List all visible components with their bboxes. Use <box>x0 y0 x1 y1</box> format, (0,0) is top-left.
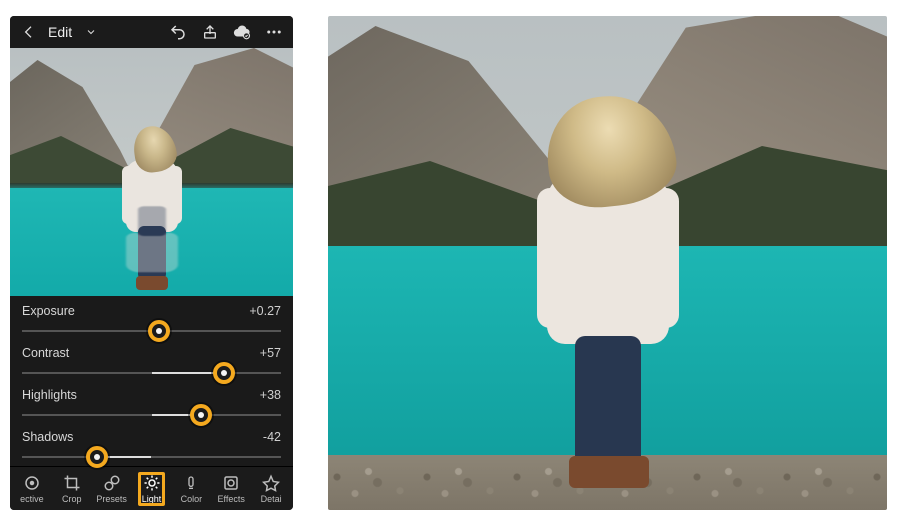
slider-label: Exposure <box>22 304 75 318</box>
result-preview <box>328 16 887 510</box>
back-icon[interactable] <box>20 23 38 41</box>
tool-label: Light <box>142 494 162 504</box>
tool-label: Color <box>181 494 203 504</box>
slider-label: Shadows <box>22 430 73 444</box>
chevron-down-icon[interactable] <box>82 23 100 41</box>
slider-track[interactable] <box>22 448 281 466</box>
selective-icon <box>23 474 41 492</box>
slider-shadows: Shadows -42 <box>22 430 281 466</box>
slider-label: Contrast <box>22 346 69 360</box>
tool-color[interactable]: Color <box>171 470 211 508</box>
slider-label: Highlights <box>22 388 77 402</box>
bottom-toolbar: ective Crop Presets Light Color Effects … <box>10 466 293 510</box>
slider-value: +38 <box>260 388 281 402</box>
top-bar: Edit <box>10 16 293 48</box>
tool-light[interactable]: Light <box>132 470 172 508</box>
mobile-editor: Edit <box>10 16 293 510</box>
slider-track[interactable] <box>22 406 281 424</box>
screen-title: Edit <box>48 24 72 40</box>
slider-track[interactable] <box>22 322 281 340</box>
slider-value: +57 <box>260 346 281 360</box>
cloud-sync-icon[interactable] <box>233 23 251 41</box>
slider-highlights: Highlights +38 <box>22 388 281 424</box>
slider-thumb[interactable] <box>190 404 212 426</box>
slider-value: -42 <box>263 430 281 444</box>
tool-selective[interactable]: ective <box>12 470 52 508</box>
tool-effects[interactable]: Effects <box>211 470 251 508</box>
share-icon[interactable] <box>201 23 219 41</box>
edit-canvas[interactable] <box>10 48 293 296</box>
crop-icon <box>63 474 81 492</box>
color-icon <box>182 474 200 492</box>
slider-thumb[interactable] <box>86 446 108 468</box>
tool-label: Effects <box>218 494 245 504</box>
tool-label: ective <box>20 494 44 504</box>
tool-label: Crop <box>62 494 82 504</box>
slider-thumb[interactable] <box>148 320 170 342</box>
light-icon <box>143 474 161 492</box>
slider-value: +0.27 <box>249 304 281 318</box>
presets-icon <box>103 474 121 492</box>
tool-label: Detai <box>261 494 282 504</box>
tool-label: Presets <box>96 494 127 504</box>
more-icon[interactable] <box>265 23 283 41</box>
tool-crop[interactable]: Crop <box>52 470 92 508</box>
detail-icon <box>262 474 280 492</box>
slider-contrast: Contrast +57 <box>22 346 281 382</box>
slider-track[interactable] <box>22 364 281 382</box>
slider-thumb[interactable] <box>213 362 235 384</box>
slider-exposure: Exposure +0.27 <box>22 304 281 340</box>
light-panel: Exposure+0.27 Contrast+57 Highlights+38 … <box>10 296 293 466</box>
effects-icon <box>222 474 240 492</box>
tool-presets[interactable]: Presets <box>92 470 132 508</box>
undo-icon[interactable] <box>169 23 187 41</box>
tool-detail[interactable]: Detai <box>251 470 291 508</box>
